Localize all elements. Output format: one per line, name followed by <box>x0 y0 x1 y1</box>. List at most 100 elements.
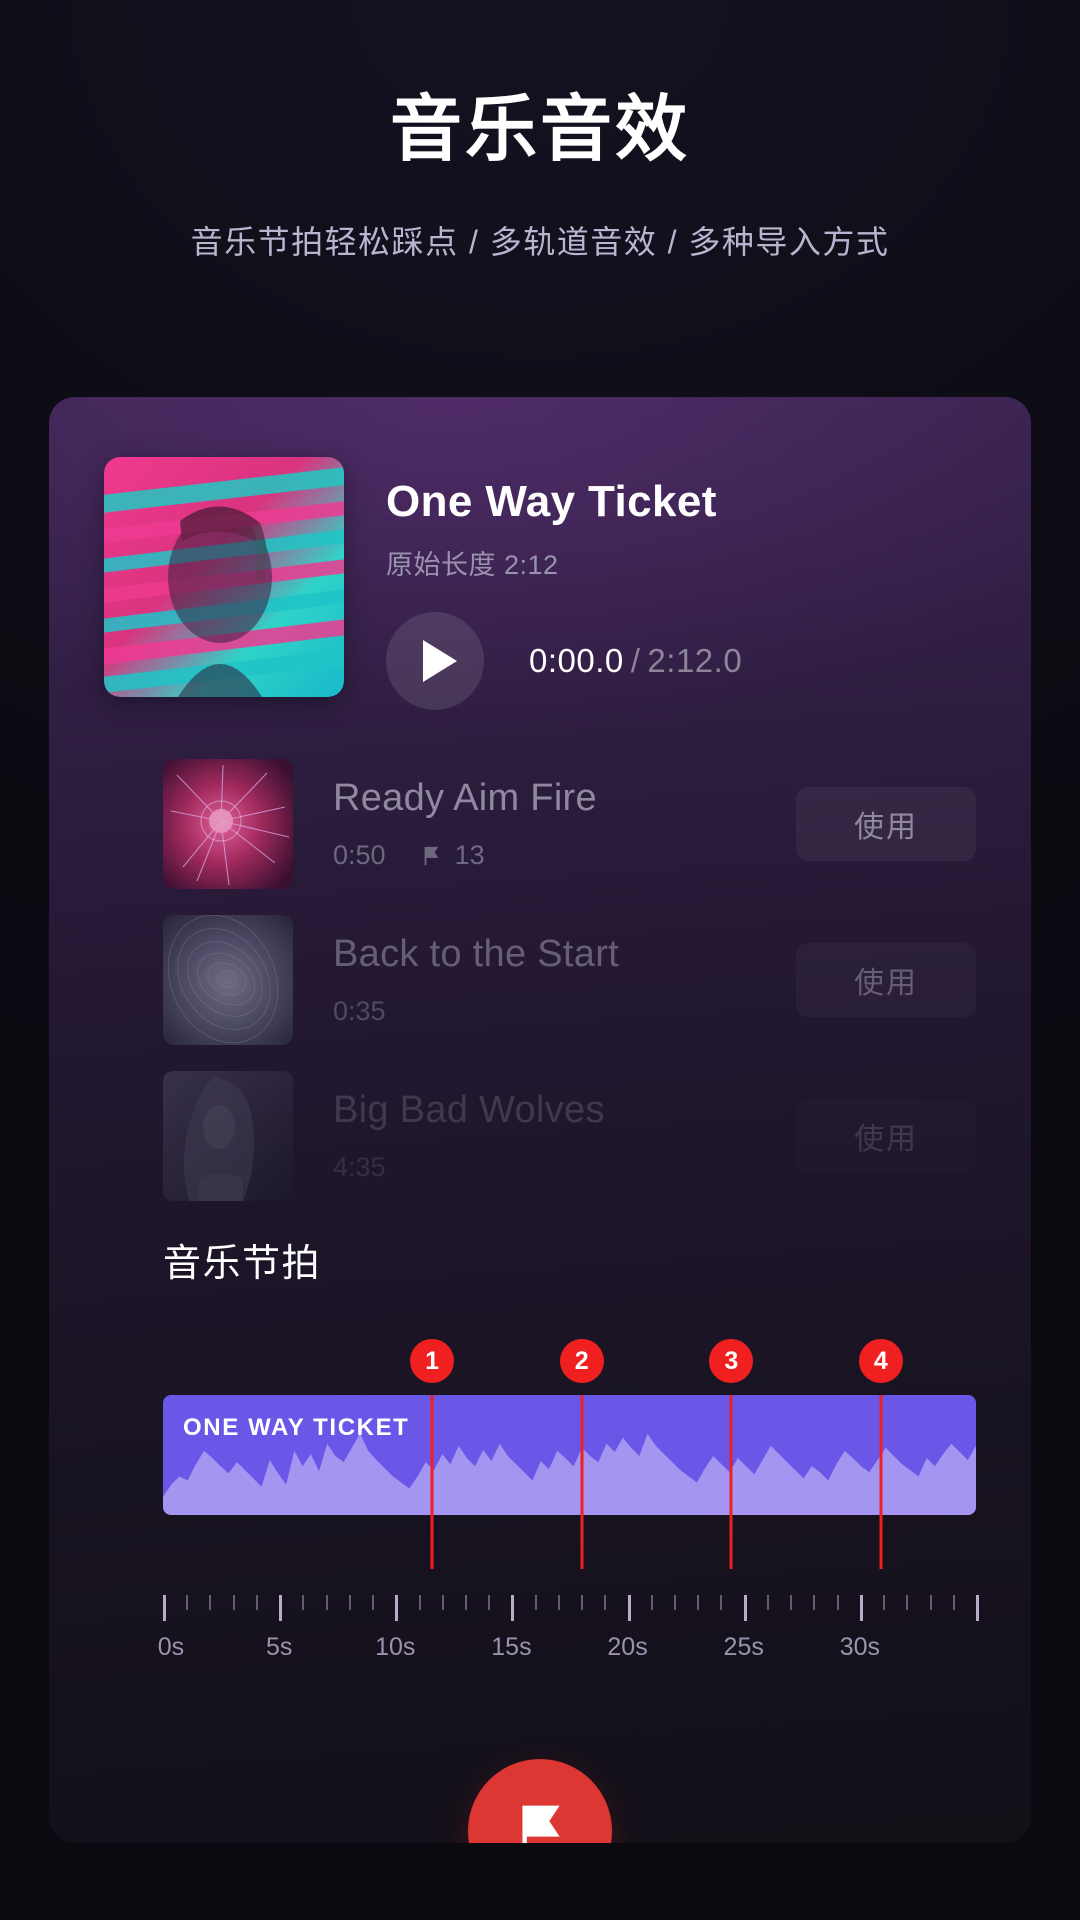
ruler-tick-minor <box>441 1595 444 1610</box>
track-name: Big Bad Wolves <box>333 1089 605 1131</box>
ruler-tick-major <box>511 1595 515 1621</box>
track-meta: 4:35 <box>333 1152 796 1183</box>
beat-marker-line <box>879 1395 883 1569</box>
ruler-tick-minor <box>348 1595 351 1610</box>
ruler-tick-minor <box>255 1595 258 1610</box>
track-name: Back to the Start <box>333 933 620 975</box>
now-playing-controls: 0:00.0/2:12.0 <box>386 612 742 710</box>
ruler-tick-minor <box>302 1595 305 1610</box>
ruler-tick-minor <box>952 1595 955 1610</box>
add-beat-button[interactable] <box>468 1759 612 1843</box>
ruler-tick-minor <box>720 1595 723 1610</box>
track-row[interactable]: Big Bad Wolves 4:35 使用 <box>49 1058 1031 1214</box>
use-button[interactable]: 使用 <box>796 787 976 861</box>
page-subtitle: 音乐节拍轻松踩点 / 多轨道音效 / 多种导入方式 <box>190 223 890 260</box>
beat-marker[interactable]: 3 <box>709 1339 754 1383</box>
track-duration: 0:35 <box>333 996 386 1026</box>
now-playing-meta: One Way Ticket 原始长度 2:12 0:00.0/2:12.0 <box>386 457 742 710</box>
ruler-tick-minor <box>232 1595 235 1610</box>
track-flag-group: 13 <box>420 840 485 871</box>
ruler-tick-major <box>163 1595 166 1621</box>
ruler-ticks <box>163 1595 979 1621</box>
now-playing-title: One Way Ticket <box>386 477 717 526</box>
music-card: One Way Ticket 原始长度 2:12 0:00.0/2:12.0 R… <box>49 397 1031 1843</box>
ruler-tick-minor <box>766 1595 769 1610</box>
ruler-tick-minor <box>534 1595 537 1610</box>
now-playing-original-length: 原始长度 2:12 <box>386 550 559 580</box>
use-button[interactable]: 使用 <box>796 1099 976 1173</box>
beat-markers: 1 2 3 4 <box>163 1339 976 1395</box>
track-info: Back to the Start 0:35 <box>333 933 796 1027</box>
ruler-tick-major <box>859 1595 863 1621</box>
beat-marker-number: 3 <box>709 1339 754 1383</box>
ruler-tick-minor <box>418 1595 421 1610</box>
ruler-label: 5s <box>265 1633 293 1661</box>
waveform-track[interactable]: ONE WAY TICKET <box>163 1395 976 1515</box>
beat-marker-line <box>580 1395 584 1569</box>
track-thumbnail <box>163 915 293 1045</box>
play-button[interactable] <box>386 612 484 710</box>
ruler-tick-minor <box>209 1595 212 1610</box>
beat-marker[interactable]: 2 <box>559 1339 604 1383</box>
beat-marker-line <box>430 1395 434 1569</box>
ruler-label: 15s <box>491 1633 532 1661</box>
beat-section-title: 音乐节拍 <box>163 1243 322 1285</box>
ruler-label: 20s <box>607 1633 648 1661</box>
ruler-tick-minor <box>674 1595 677 1610</box>
ruler-tick-minor <box>372 1595 375 1610</box>
app-root: 音乐音效 音乐节拍轻松踩点 / 多轨道音效 / 多种导入方式 One Way T… <box>0 0 1080 1920</box>
fab-container <box>104 1759 976 1843</box>
ruler-label: 0s <box>157 1633 185 1661</box>
flag-icon <box>424 846 438 865</box>
now-playing-panel: One Way Ticket 原始长度 2:12 0:00.0/2:12.0 <box>49 397 1031 710</box>
ruler-tick-minor <box>813 1595 816 1610</box>
track-flag-count: 13 <box>454 840 485 870</box>
ruler-tick-minor <box>650 1595 653 1610</box>
ruler-tick-minor <box>325 1595 328 1610</box>
total-duration: 2:12.0 <box>647 642 743 679</box>
ruler-tick-minor <box>836 1595 839 1610</box>
ruler-tick-major <box>627 1595 631 1621</box>
beat-marker-line <box>729 1395 733 1569</box>
ruler-tick-minor <box>488 1595 491 1610</box>
ruler-tick-minor <box>604 1595 607 1610</box>
ruler-tick-minor <box>929 1595 932 1610</box>
track-meta: 0:50 13 <box>333 840 796 871</box>
album-art <box>104 457 344 697</box>
play-icon <box>422 640 457 682</box>
ruler-tick-major <box>395 1595 399 1621</box>
track-name: Ready Aim Fire <box>333 777 597 819</box>
time-separator: / <box>630 642 641 679</box>
ruler-label: 25s <box>723 1633 764 1661</box>
track-info: Ready Aim Fire 0:50 13 <box>333 777 796 871</box>
timeline-ruler: 0s 5s 10s 15s 20s 25s 30s <box>104 1595 979 1685</box>
flag-icon <box>522 1805 560 1843</box>
track-duration: 0:50 <box>333 840 386 870</box>
ruler-tick-major <box>976 1595 979 1621</box>
use-button[interactable]: 使用 <box>796 943 976 1017</box>
beat-section: 音乐节拍 1 2 3 4 ONE WAY TICKET 0s 5s 10s 15s 20s 25… <box>49 1232 1031 1843</box>
track-list: Ready Aim Fire 0:50 13 使用 Back to the St… <box>49 746 1031 1214</box>
ruler-tick-minor <box>186 1595 189 1610</box>
beat-marker-number: 2 <box>559 1339 604 1383</box>
track-info: Big Bad Wolves 4:35 <box>333 1089 796 1183</box>
ruler-tick-minor <box>557 1595 560 1610</box>
ruler-tick-minor <box>883 1595 886 1610</box>
page-title: 音乐音效 <box>389 90 690 170</box>
beat-marker-number: 4 <box>858 1339 903 1383</box>
beat-marker[interactable]: 1 <box>410 1339 455 1383</box>
waveform-area[interactable]: 1 2 3 4 ONE WAY TICKET <box>104 1339 976 1569</box>
ruler-label: 30s <box>839 1633 880 1661</box>
track-row[interactable]: Back to the Start 0:35 使用 <box>49 902 1031 1058</box>
beat-marker[interactable]: 4 <box>858 1339 903 1383</box>
ruler-tick-major <box>279 1595 283 1621</box>
current-time: 0:00.0 <box>529 642 624 679</box>
track-row[interactable]: Ready Aim Fire 0:50 13 使用 <box>49 746 1031 902</box>
ruler-tick-minor <box>697 1595 700 1610</box>
ruler-tick-minor <box>464 1595 467 1610</box>
waveform-graph <box>163 1433 976 1515</box>
track-duration: 4:35 <box>333 1152 386 1182</box>
track-meta: 0:35 <box>333 996 796 1027</box>
ruler-tick-minor <box>581 1595 584 1610</box>
page-header: 音乐音效 音乐节拍轻松踩点 / 多轨道音效 / 多种导入方式 <box>0 0 1080 263</box>
